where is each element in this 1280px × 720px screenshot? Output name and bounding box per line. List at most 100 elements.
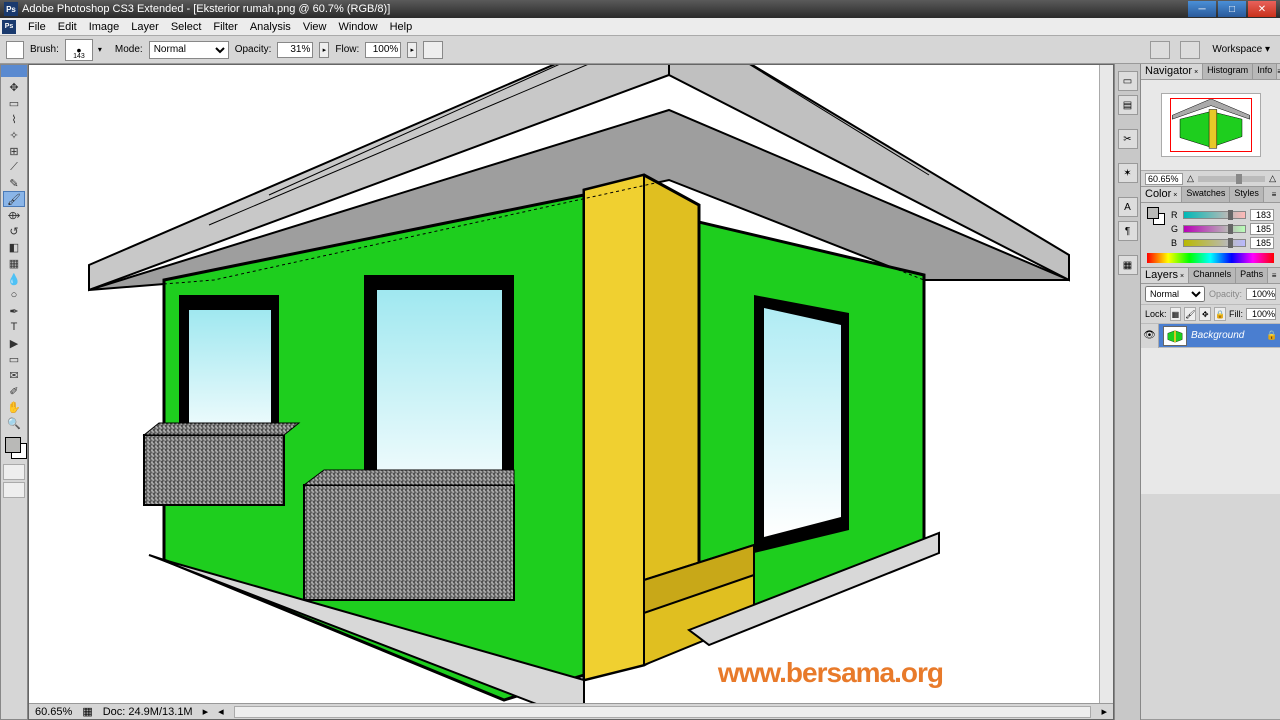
b-input[interactable]: [1250, 237, 1274, 249]
quick-mask-button[interactable]: [3, 464, 25, 480]
r-input[interactable]: [1250, 209, 1274, 221]
tab-paths[interactable]: Paths: [1236, 268, 1268, 283]
menu-app-icon[interactable]: Ps: [2, 20, 16, 34]
tab-layers[interactable]: Layers×: [1141, 268, 1189, 283]
color-panel-fgbg[interactable]: [1147, 207, 1167, 227]
pen-tool[interactable]: ✒: [3, 303, 25, 319]
lock-all-button[interactable]: 🔒: [1214, 307, 1226, 321]
g-input[interactable]: [1250, 223, 1274, 235]
menu-edit[interactable]: Edit: [52, 19, 83, 35]
toolbox-header[interactable]: [1, 65, 27, 77]
flow-input[interactable]: [365, 42, 401, 58]
layer-fill-input[interactable]: [1246, 308, 1276, 320]
layer-list[interactable]: 👁 Background 🔒: [1141, 324, 1280, 494]
dodge-tool[interactable]: ○: [3, 287, 25, 303]
tab-histogram[interactable]: Histogram: [1203, 64, 1253, 79]
gradient-tool[interactable]: ▦: [3, 255, 25, 271]
lasso-tool[interactable]: ⌇: [3, 111, 25, 127]
clone-stamp-tool[interactable]: ⟴: [3, 207, 25, 223]
strip-button-5[interactable]: A: [1118, 197, 1138, 217]
strip-button-4[interactable]: ✶: [1118, 163, 1138, 183]
tab-swatches[interactable]: Swatches: [1182, 187, 1230, 202]
layer-thumbnail[interactable]: [1163, 326, 1187, 346]
strip-button-1[interactable]: ▭: [1118, 71, 1138, 91]
menu-analysis[interactable]: Analysis: [244, 19, 297, 35]
status-doc-size[interactable]: Doc: 24.9M/13.1M: [103, 706, 193, 718]
history-brush-tool[interactable]: ↺: [3, 223, 25, 239]
window-maximize-button[interactable]: □: [1218, 1, 1246, 17]
strip-button-7[interactable]: ▦: [1118, 255, 1138, 275]
menu-window[interactable]: Window: [332, 19, 383, 35]
menu-layer[interactable]: Layer: [125, 19, 165, 35]
opacity-input[interactable]: [277, 42, 313, 58]
layer-visibility-toggle[interactable]: 👁: [1141, 324, 1159, 348]
menu-image[interactable]: Image: [83, 19, 126, 35]
marquee-tool[interactable]: ▭: [3, 95, 25, 111]
magic-wand-tool[interactable]: ✧: [3, 127, 25, 143]
tool-preset-picker[interactable]: [6, 41, 24, 59]
tab-color[interactable]: Color×: [1141, 187, 1182, 202]
tab-navigator[interactable]: Navigator×: [1141, 64, 1203, 79]
layer-opacity-input[interactable]: [1246, 288, 1276, 300]
workspace-menu[interactable]: Workspace ▾: [1208, 42, 1274, 57]
healing-brush-tool[interactable]: ✎: [3, 175, 25, 191]
navigator-zoom-input[interactable]: [1145, 173, 1183, 185]
notes-tool[interactable]: ✉: [3, 367, 25, 383]
menu-file[interactable]: File: [22, 19, 52, 35]
tab-channels[interactable]: Channels: [1189, 268, 1236, 283]
layers-menu-icon[interactable]: ≡: [1268, 268, 1280, 283]
opacity-arrow[interactable]: ▸: [319, 42, 329, 58]
brush-preset-picker[interactable]: • 143: [65, 39, 93, 61]
eyedropper-tool[interactable]: ✐: [3, 383, 25, 399]
strip-button-6[interactable]: ¶: [1118, 221, 1138, 241]
hand-tool[interactable]: ✋: [3, 399, 25, 415]
menu-view[interactable]: View: [297, 19, 333, 35]
blend-mode-select[interactable]: Normal: [149, 41, 229, 59]
go-to-bridge-button[interactable]: [1150, 41, 1170, 59]
tab-styles[interactable]: Styles: [1230, 187, 1264, 202]
color-menu-icon[interactable]: ≡: [1268, 187, 1280, 202]
move-tool[interactable]: ✥: [3, 79, 25, 95]
canvas-horizontal-scrollbar[interactable]: [234, 706, 1091, 718]
airbrush-toggle[interactable]: [423, 41, 443, 59]
status-icon[interactable]: ▦: [82, 705, 92, 718]
brush-tool[interactable]: 🖌: [3, 191, 25, 207]
eraser-tool[interactable]: ◧: [3, 239, 25, 255]
lock-position-button[interactable]: ✥: [1199, 307, 1211, 321]
navigator-thumbnail[interactable]: [1161, 93, 1261, 157]
lock-pixels-button[interactable]: 🖌: [1184, 307, 1196, 321]
color-ramp[interactable]: [1147, 253, 1274, 263]
r-slider[interactable]: [1183, 211, 1246, 219]
layer-blend-select[interactable]: Normal: [1145, 286, 1205, 302]
type-tool[interactable]: T: [3, 319, 25, 335]
blur-tool[interactable]: 💧: [3, 271, 25, 287]
zoom-out-icon[interactable]: △: [1187, 173, 1194, 184]
window-close-button[interactable]: ✕: [1248, 1, 1276, 17]
document-canvas[interactable]: www.bersama.org 60.65% ▦ Doc: 24.9M/13.1…: [28, 64, 1114, 720]
g-slider[interactable]: [1183, 225, 1246, 233]
slice-tool[interactable]: ⟋: [3, 159, 25, 175]
zoom-tool[interactable]: 🔍: [3, 415, 25, 431]
status-zoom[interactable]: 60.65%: [35, 706, 72, 718]
crop-tool[interactable]: ⊞: [3, 143, 25, 159]
color-picker-widget[interactable]: [3, 435, 25, 463]
menu-select[interactable]: Select: [165, 19, 208, 35]
zoom-in-icon[interactable]: △: [1269, 173, 1276, 184]
shape-tool[interactable]: ▭: [3, 351, 25, 367]
layer-item-background[interactable]: 👁 Background 🔒: [1141, 324, 1280, 348]
lock-transparency-button[interactable]: ▦: [1170, 307, 1182, 321]
canvas-vertical-scrollbar[interactable]: [1099, 65, 1113, 703]
palette-button[interactable]: [1180, 41, 1200, 59]
strip-button-3[interactable]: ✂: [1118, 129, 1138, 149]
menu-filter[interactable]: Filter: [207, 19, 243, 35]
b-slider[interactable]: [1183, 239, 1246, 247]
foreground-color-swatch[interactable]: [5, 437, 21, 453]
strip-button-2[interactable]: ▤: [1118, 95, 1138, 115]
screen-mode-button[interactable]: [3, 482, 25, 498]
flow-arrow[interactable]: ▸: [407, 42, 417, 58]
navigator-zoom-slider[interactable]: [1198, 176, 1265, 182]
path-select-tool[interactable]: ▶: [3, 335, 25, 351]
layer-name[interactable]: Background: [1191, 330, 1266, 341]
window-minimize-button[interactable]: ─: [1188, 1, 1216, 17]
tab-info[interactable]: Info: [1253, 64, 1277, 79]
